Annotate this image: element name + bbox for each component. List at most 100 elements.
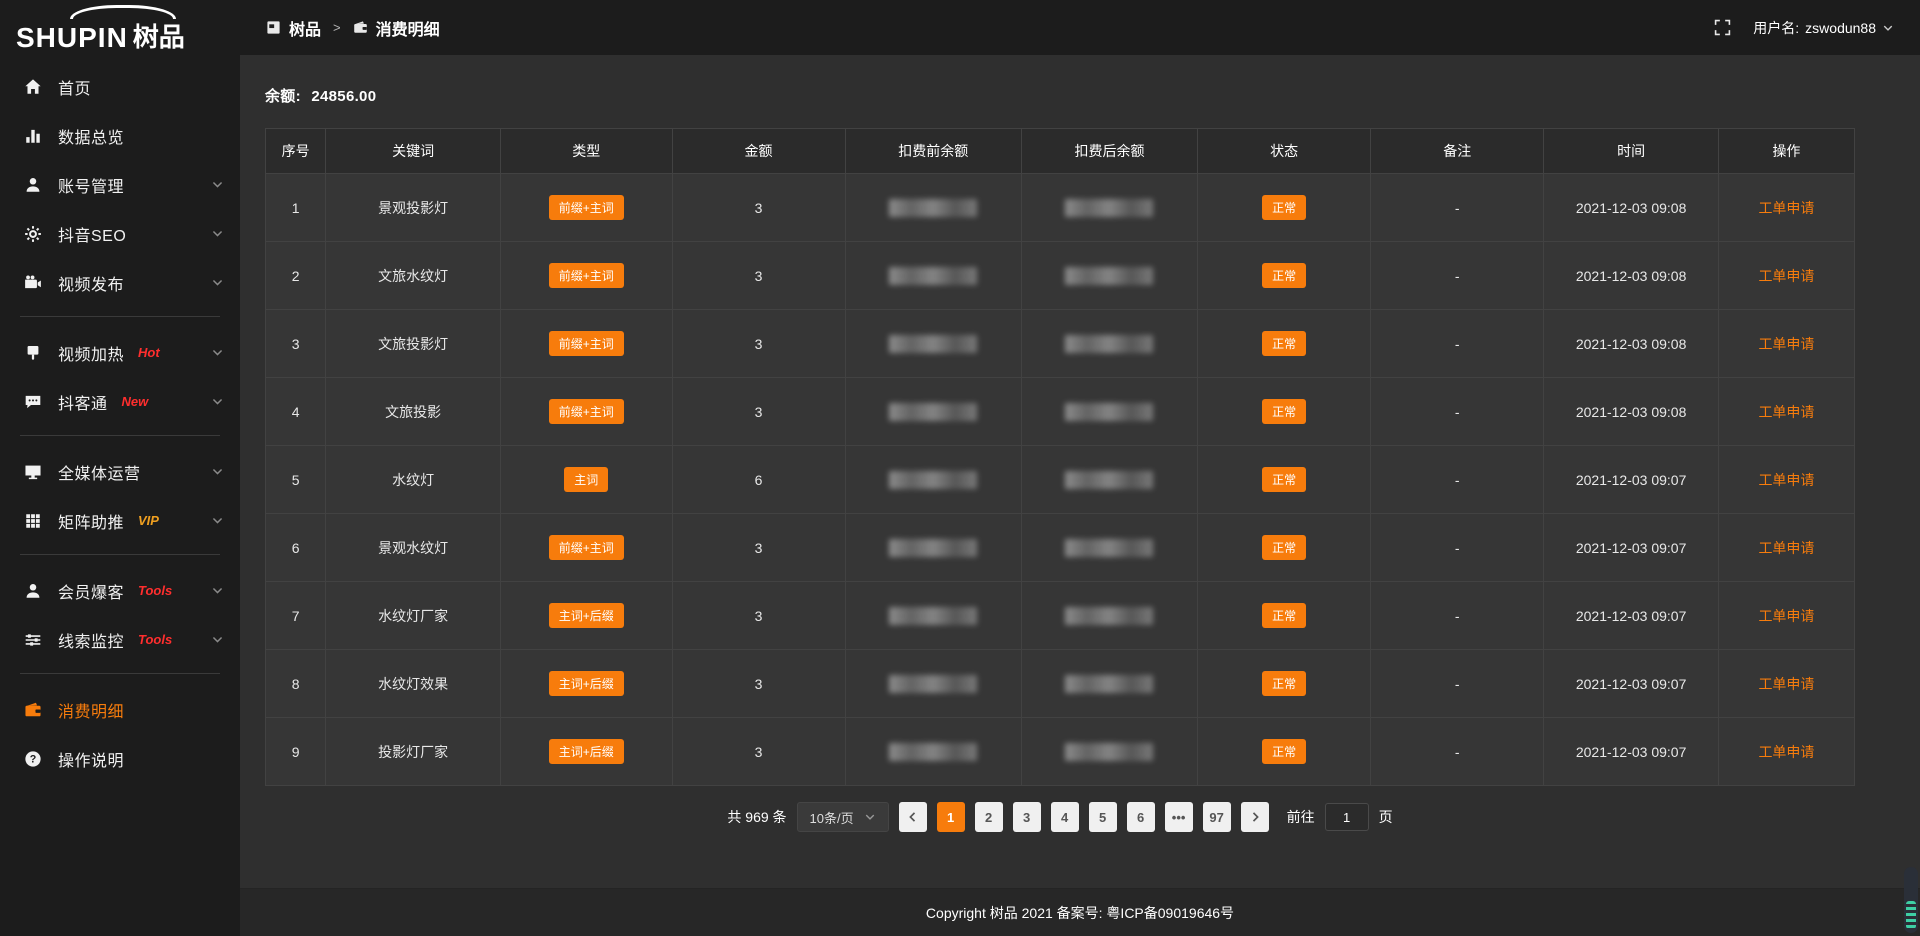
page-button-97[interactable]: 97 bbox=[1203, 802, 1231, 832]
sidebar-item-douketong[interactable]: 抖客通New bbox=[0, 377, 240, 426]
page-button-4[interactable]: 4 bbox=[1051, 802, 1079, 832]
sidebar-divider bbox=[20, 316, 220, 317]
status-cell: 正常 bbox=[1198, 174, 1371, 241]
time-cell: 2021-12-03 09:08 bbox=[1544, 242, 1719, 309]
sidebar-item-badge: New bbox=[122, 394, 149, 409]
censored-balance-after bbox=[1065, 471, 1153, 489]
page-size-select[interactable]: 10条/页 bbox=[797, 802, 889, 832]
ticket-apply-link[interactable]: 工单申请 bbox=[1758, 198, 1814, 218]
sidebar-item-douyin-seo[interactable]: 抖音SEO bbox=[0, 209, 240, 258]
censored-balance-before bbox=[889, 335, 977, 353]
page-button-6[interactable]: 6 bbox=[1127, 802, 1155, 832]
user-menu[interactable]: 用户名: zswodun88 bbox=[1753, 18, 1894, 38]
sidebar-item-video-heating[interactable]: 视频加热Hot bbox=[0, 328, 240, 377]
ticket-apply-link[interactable]: 工单申请 bbox=[1758, 742, 1814, 762]
status-badge: 正常 bbox=[1262, 399, 1306, 424]
ticket-apply-link[interactable]: 工单申请 bbox=[1758, 402, 1814, 422]
chevron-down-icon bbox=[211, 346, 224, 359]
status-badge: 正常 bbox=[1262, 195, 1306, 220]
action-cell: 工单申请 bbox=[1719, 446, 1854, 513]
sidebar-item-label: 会员爆客 bbox=[58, 579, 124, 603]
goto-page-input[interactable] bbox=[1325, 803, 1369, 831]
sidebar-item-all-media-operation[interactable]: 全媒体运营 bbox=[0, 447, 240, 496]
chevron-down-icon bbox=[864, 811, 876, 823]
table-row: 3文旅投影灯前缀+主词3正常-2021-12-03 09:08工单申请 bbox=[266, 310, 1854, 378]
pagination: 共 969 条 10条/页 123456•••97 前往 页 bbox=[265, 802, 1855, 832]
ticket-apply-link[interactable]: 工单申请 bbox=[1758, 606, 1814, 626]
balance-before-cell bbox=[846, 514, 1022, 581]
table-row: 2文旅水纹灯前缀+主词3正常-2021-12-03 09:08工单申请 bbox=[266, 242, 1854, 310]
row-index-cell: 8 bbox=[266, 650, 326, 717]
ticket-apply-link[interactable]: 工单申请 bbox=[1758, 470, 1814, 490]
censored-balance-before bbox=[889, 539, 977, 557]
corner-widget[interactable] bbox=[1904, 867, 1918, 933]
row-index-cell: 5 bbox=[266, 446, 326, 513]
action-cell: 工单申请 bbox=[1719, 378, 1854, 445]
remark-cell: - bbox=[1371, 650, 1544, 717]
footer: Copyright 树品 2021 备案号: 粤ICP备09019646号 bbox=[240, 888, 1920, 936]
column-header: 时间 bbox=[1544, 129, 1719, 173]
sidebar-item-data-overview[interactable]: 数据总览 bbox=[0, 111, 240, 160]
ticket-apply-link[interactable]: 工单申请 bbox=[1758, 674, 1814, 694]
username: zswodun88 bbox=[1805, 20, 1876, 36]
balance-before-cell bbox=[846, 582, 1022, 649]
sidebar-item-member-burst[interactable]: 会员爆客Tools bbox=[0, 566, 240, 615]
sidebar-item-operation-guide[interactable]: ?操作说明 bbox=[0, 734, 240, 783]
remark-cell: - bbox=[1371, 378, 1544, 445]
action-cell: 工单申请 bbox=[1719, 650, 1854, 717]
column-header: 金额 bbox=[673, 129, 846, 173]
home-icon bbox=[24, 78, 42, 96]
censored-balance-before bbox=[889, 743, 977, 761]
page-button-3[interactable]: 3 bbox=[1013, 802, 1041, 832]
sidebar-item-consumption-detail[interactable]: 消费明细 bbox=[0, 685, 240, 734]
amount-cell: 3 bbox=[673, 242, 846, 309]
row-index-cell: 2 bbox=[266, 242, 326, 309]
more-pages-button[interactable]: ••• bbox=[1165, 802, 1193, 832]
censored-balance-after bbox=[1065, 199, 1153, 217]
sliders-icon bbox=[24, 631, 42, 649]
page-button-2[interactable]: 2 bbox=[975, 802, 1003, 832]
balance: 余额: 24856.00 bbox=[265, 85, 1855, 106]
goto-suffix: 页 bbox=[1379, 807, 1393, 827]
chevron-down-icon bbox=[1882, 22, 1894, 34]
amount-cell: 3 bbox=[673, 514, 846, 581]
remark-cell: - bbox=[1371, 718, 1544, 785]
page-button-5[interactable]: 5 bbox=[1089, 802, 1117, 832]
censored-balance-after bbox=[1065, 675, 1153, 693]
user-label: 用户名: bbox=[1753, 18, 1799, 38]
row-index-cell: 4 bbox=[266, 378, 326, 445]
censored-balance-after bbox=[1065, 743, 1153, 761]
chevron-down-icon bbox=[211, 633, 224, 646]
breadcrumb-root[interactable]: 树品 bbox=[289, 16, 321, 40]
sidebar-item-video-publish[interactable]: 视频发布 bbox=[0, 258, 240, 307]
status-cell: 正常 bbox=[1198, 718, 1371, 785]
balance-before-cell bbox=[846, 378, 1022, 445]
copyright-text: Copyright 树品 2021 备案号: 粤ICP备09019646号 bbox=[926, 903, 1234, 923]
ticket-apply-link[interactable]: 工单申请 bbox=[1758, 266, 1814, 286]
prev-page-button[interactable] bbox=[899, 802, 927, 832]
sidebar-item-matrix-boost[interactable]: 矩阵助推VIP bbox=[0, 496, 240, 545]
type-badge: 前缀+主词 bbox=[549, 399, 624, 424]
sidebar-divider bbox=[20, 554, 220, 555]
page-size-value: 10条/页 bbox=[810, 808, 854, 827]
chevron-down-icon bbox=[211, 178, 224, 191]
censored-balance-after bbox=[1065, 335, 1153, 353]
grid-icon bbox=[24, 512, 42, 530]
sidebar-item-account-management[interactable]: 账号管理 bbox=[0, 160, 240, 209]
sidebar-item-clue-monitor[interactable]: 线索监控Tools bbox=[0, 615, 240, 664]
sidebar-item-label: 消费明细 bbox=[58, 698, 124, 722]
fullscreen-icon[interactable] bbox=[1714, 19, 1731, 36]
svg-text:?: ? bbox=[30, 753, 37, 765]
balance-before-cell bbox=[846, 718, 1022, 785]
next-page-button[interactable] bbox=[1241, 802, 1269, 832]
ticket-apply-link[interactable]: 工单申请 bbox=[1758, 334, 1814, 354]
balance-value: 24856.00 bbox=[311, 88, 376, 105]
status-cell: 正常 bbox=[1198, 446, 1371, 513]
remark-cell: - bbox=[1371, 242, 1544, 309]
censored-balance-before bbox=[889, 471, 977, 489]
ticket-apply-link[interactable]: 工单申请 bbox=[1758, 538, 1814, 558]
sidebar-item-home[interactable]: 首页 bbox=[0, 62, 240, 111]
balance-before-cell bbox=[846, 310, 1022, 377]
balance-before-cell bbox=[846, 650, 1022, 717]
page-button-1[interactable]: 1 bbox=[937, 802, 965, 832]
